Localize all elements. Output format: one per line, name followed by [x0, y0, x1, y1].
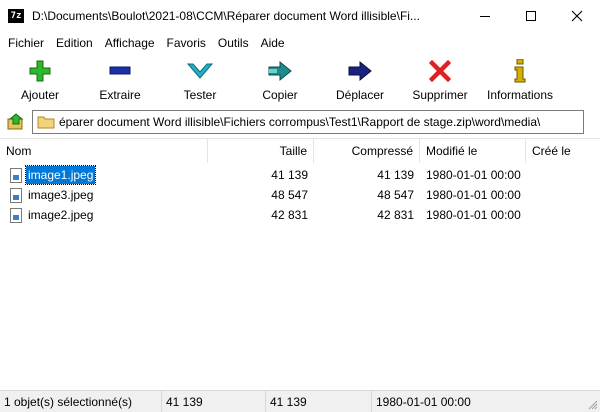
status-packed: 41 139	[266, 391, 372, 412]
jpeg-file-icon	[10, 188, 22, 203]
file-modified: 1980-01-01 00:00	[426, 168, 521, 182]
extract-button[interactable]: Extraire	[80, 56, 160, 106]
jpeg-file-icon	[10, 208, 22, 223]
folder-up-icon	[7, 113, 24, 130]
info-button[interactable]: Informations	[480, 56, 560, 106]
status-bar: 1 objet(s) sélectionné(s) 41 139 41 139 …	[0, 390, 600, 412]
status-size: 41 139	[162, 391, 266, 412]
file-name: image2.jpeg	[28, 208, 94, 222]
app-icon: 7z	[8, 9, 24, 23]
minus-icon	[105, 58, 135, 84]
file-name: image1.jpeg	[24, 165, 97, 185]
file-size: 42 831	[271, 208, 308, 222]
table-row[interactable]: image1.jpeg 41 139 41 139 1980-01-01 00:…	[0, 165, 600, 185]
menu-bar: Fichier Edition Affichage Favoris Outils…	[0, 32, 600, 54]
table-row[interactable]: image3.jpeg 48 547 48 547 1980-01-01 00:…	[0, 185, 600, 205]
status-selection: 1 objet(s) sélectionné(s)	[0, 391, 162, 412]
title-bar: 7z D:\Documents\Boulot\2021-08\CCM\Répar…	[0, 0, 600, 32]
status-modified: 1980-01-01 00:00	[376, 395, 471, 409]
parent-folder-button[interactable]	[4, 110, 28, 134]
info-icon	[505, 58, 535, 84]
address-bar: éparer document Word illisible\Fichiers …	[0, 108, 600, 136]
list-header: Nom Taille Compressé Modifié le Créé le	[0, 139, 600, 163]
delete-button[interactable]: Supprimer	[400, 56, 480, 106]
maximize-button[interactable]	[508, 0, 554, 32]
copy-button[interactable]: Copier	[240, 56, 320, 106]
file-modified: 1980-01-01 00:00	[426, 208, 521, 222]
menu-aide[interactable]: Aide	[255, 32, 291, 54]
file-packed: 48 547	[377, 188, 414, 202]
menu-affichage[interactable]: Affichage	[99, 32, 161, 54]
column-created[interactable]: Créé le	[526, 139, 600, 163]
jpeg-file-icon	[10, 168, 22, 183]
minimize-button[interactable]	[462, 0, 508, 32]
folder-icon	[37, 116, 55, 129]
close-icon	[571, 10, 583, 22]
column-name[interactable]: Nom	[0, 139, 208, 163]
info-label: Informations	[486, 88, 554, 102]
path-text: éparer document Word illisible\Fichiers …	[59, 115, 541, 129]
file-modified: 1980-01-01 00:00	[426, 188, 521, 202]
extract-label: Extraire	[99, 88, 141, 102]
copy-label: Copier	[262, 88, 298, 102]
path-input[interactable]: éparer document Word illisible\Fichiers …	[32, 110, 584, 134]
toolbar: Ajouter Extraire Tester Copier Déplacer …	[0, 56, 600, 106]
arrow-icon	[345, 58, 375, 84]
check-icon	[185, 58, 215, 84]
file-packed: 41 139	[377, 168, 414, 182]
menu-fichier[interactable]: Fichier	[2, 32, 50, 54]
add-label: Ajouter	[20, 88, 60, 102]
add-button[interactable]: Ajouter	[0, 56, 80, 106]
double-arrow-icon	[265, 58, 295, 84]
file-size: 41 139	[271, 168, 308, 182]
file-list[interactable]: Nom Taille Compressé Modifié le Créé le …	[0, 138, 600, 388]
test-button[interactable]: Tester	[160, 56, 240, 106]
minimize-icon	[480, 15, 490, 17]
move-label: Déplacer	[335, 88, 385, 102]
menu-outils[interactable]: Outils	[212, 32, 255, 54]
file-packed: 42 831	[377, 208, 414, 222]
column-packed[interactable]: Compressé	[314, 139, 420, 163]
menu-favoris[interactable]: Favoris	[161, 32, 212, 54]
plus-icon	[25, 58, 55, 84]
file-name: image3.jpeg	[28, 188, 94, 202]
window-title: D:\Documents\Boulot\2021-08\CCM\Réparer …	[32, 9, 420, 23]
resize-grip-icon[interactable]	[588, 400, 598, 410]
column-modified[interactable]: Modifié le	[420, 139, 526, 163]
table-row[interactable]: image2.jpeg 42 831 42 831 1980-01-01 00:…	[0, 205, 600, 225]
menu-edition[interactable]: Edition	[50, 32, 99, 54]
file-size: 48 547	[271, 188, 308, 202]
test-label: Tester	[183, 88, 217, 102]
move-button[interactable]: Déplacer	[320, 56, 400, 106]
x-icon	[425, 58, 455, 84]
maximize-icon	[526, 11, 536, 21]
close-button[interactable]	[554, 0, 600, 32]
column-size[interactable]: Taille	[208, 139, 314, 163]
delete-label: Supprimer	[412, 88, 468, 102]
